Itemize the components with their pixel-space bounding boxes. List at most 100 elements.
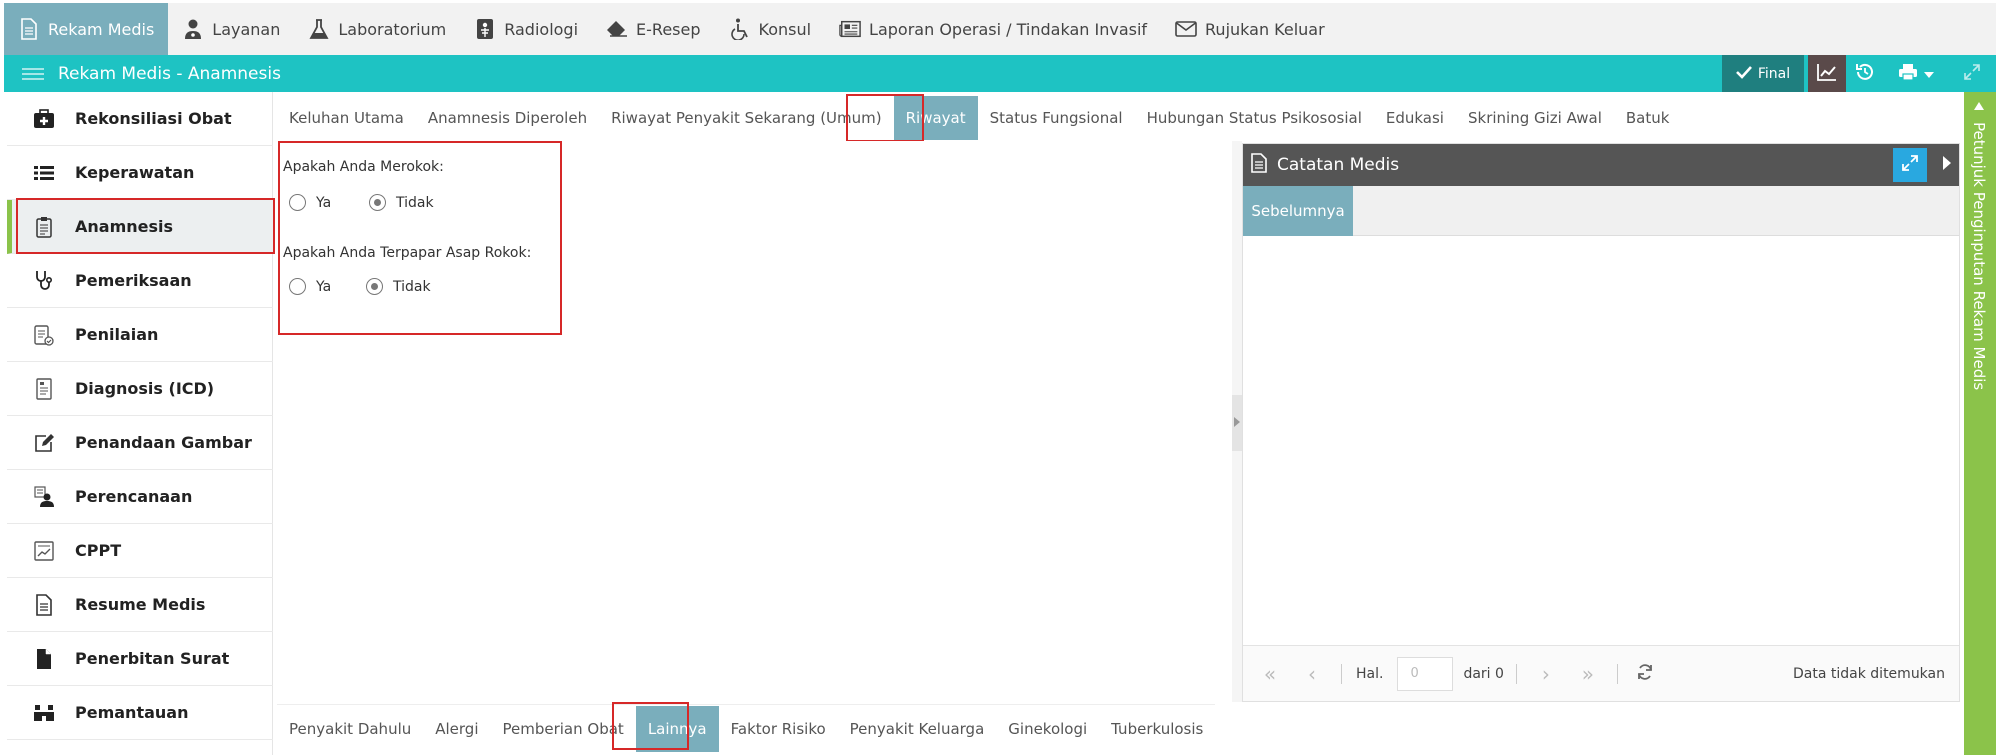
flask-icon (308, 18, 330, 40)
first-page-icon[interactable]: « (1249, 662, 1291, 686)
sidebar-item-label: Penandaan Gambar (75, 433, 252, 452)
caret-up-icon (1974, 100, 1984, 113)
sidebar-item-rekonsiliasi-obat[interactable]: Rekonsiliasi Obat (7, 92, 273, 146)
sidebar-item-label: Rekonsiliasi Obat (75, 109, 232, 128)
radio-terpapar-tidak[interactable]: Tidak (366, 278, 431, 295)
tab-edukasi[interactable]: Edukasi (1374, 96, 1456, 140)
caret-down-icon (1924, 66, 1934, 82)
nav-rekam-medis[interactable]: Rekam Medis (4, 3, 169, 55)
sidebar-item-resume-medis[interactable]: Resume Medis (7, 578, 273, 632)
anamnesis-tabs: Keluhan Utama Anamnesis Diperoleh Riwaya… (277, 96, 1681, 140)
sidebar-item-penandaan-gambar[interactable]: Penandaan Gambar (7, 416, 273, 470)
sidebar-item-cppt[interactable]: CPPT (7, 524, 273, 578)
expand-icon (1964, 63, 1980, 84)
radio-circle[interactable] (289, 194, 306, 211)
tab-keluhan-utama[interactable]: Keluhan Utama (277, 96, 416, 140)
file-icon (31, 646, 57, 672)
nav-laboratorium[interactable]: Laboratorium (294, 3, 460, 55)
sidebar-item-label: Pemantauan (75, 703, 189, 722)
sidebar-item-pemantauan[interactable]: Pemantauan (7, 686, 273, 740)
print-button[interactable] (1884, 55, 1948, 92)
sidebar-item-penilaian[interactable]: Penilaian (7, 308, 273, 362)
panel-tabs: Sebelumnya (1243, 186, 1959, 236)
fullscreen-button[interactable] (1948, 55, 1996, 92)
nav-label: Laporan Operasi / Tindakan Invasif (869, 19, 1148, 39)
final-button[interactable]: Final (1722, 55, 1804, 92)
report-icon (31, 376, 57, 402)
tab-hubungan-status-psikososial[interactable]: Hubungan Status Psikososial (1135, 96, 1374, 140)
nav-radiologi[interactable]: Radiologi (460, 3, 592, 55)
radio-label: Tidak (393, 278, 431, 295)
nav-layanan[interactable]: Layanan (168, 3, 294, 55)
list-icon (31, 160, 57, 186)
tab-skrining-gizi-awal[interactable]: Skrining Gizi Awal (1456, 96, 1614, 140)
radio-circle[interactable] (289, 278, 306, 295)
medkit-icon (31, 106, 57, 132)
nav-laporan-operasi[interactable]: Laporan Operasi / Tindakan Invasif (825, 3, 1161, 55)
sidebar-item-label: Resume Medis (75, 595, 206, 614)
sidebar-item-label: Diagnosis (ICD) (75, 379, 215, 398)
nav-label: Laboratorium (338, 19, 447, 39)
sidebar: Rekonsiliasi Obat Keperawatan Anamnesis … (7, 92, 273, 755)
history-button[interactable] (1846, 55, 1884, 92)
tab-ginekologi[interactable]: Ginekologi (996, 706, 1099, 752)
tab-tuberkulosis[interactable]: Tuberkulosis (1099, 706, 1215, 752)
refresh-icon[interactable] (1636, 663, 1654, 685)
panel-header: Catatan Medis (1243, 144, 1959, 186)
radio-merokok-tidak[interactable]: Tidak (369, 194, 434, 211)
panel-splitter[interactable] (1232, 141, 1242, 702)
tab-penyakit-keluarga[interactable]: Penyakit Keluarga (838, 706, 997, 752)
radio-label: Ya (316, 194, 332, 211)
sidebar-item-perencanaan[interactable]: Perencanaan (7, 470, 273, 524)
tab-pemberian-obat[interactable]: Pemberian Obat (491, 706, 636, 752)
prev-page-icon[interactable]: ‹ (1291, 662, 1333, 686)
pagination-bar: « ‹ Hal. 0 dari 0 › » Data tidak ditemuk… (1243, 645, 1959, 701)
final-label: Final (1757, 65, 1791, 82)
tab-riwayat-penyakit-sekarang[interactable]: Riwayat Penyakit Sekarang (Umum) (599, 96, 894, 140)
next-page-icon[interactable]: › (1525, 662, 1567, 686)
nav-label: Rujukan Keluar (1205, 19, 1325, 39)
sidebar-item-penerbitan-surat[interactable]: Penerbitan Surat (7, 632, 273, 686)
file-text-icon (31, 592, 57, 618)
riwayat-subtabs: Penyakit Dahulu Alergi Pemberian Obat La… (277, 704, 1216, 752)
nav-label: Radiologi (504, 19, 579, 39)
tab-alergi[interactable]: Alergi (423, 706, 490, 752)
sidebar-item-anamnesis[interactable]: Anamnesis (7, 200, 273, 254)
radio-circle-selected[interactable] (366, 278, 383, 295)
wheelchair-icon (729, 18, 751, 40)
radio-circle-selected[interactable] (369, 194, 386, 211)
tab-status-fungsional[interactable]: Status Fungsional (978, 96, 1135, 140)
tab-faktor-risiko[interactable]: Faktor Risiko (719, 706, 838, 752)
nav-konsul[interactable]: Konsul (715, 3, 826, 55)
tab-lainnya[interactable]: Lainnya (635, 705, 719, 752)
petunjuk-side-tab[interactable]: Petunjuk Penginputan Rekam Medis (1964, 92, 1996, 755)
history-icon (1855, 62, 1875, 86)
panel-expand-button[interactable] (1893, 148, 1927, 182)
page-title: Rekam Medis - Anamnesis (58, 63, 281, 84)
tab-anamnesis-diperoleh[interactable]: Anamnesis Diperoleh (416, 96, 599, 140)
tab-penyakit-dahulu[interactable]: Penyakit Dahulu (277, 706, 423, 752)
tab-batuk[interactable]: Batuk (1614, 96, 1682, 140)
nav-label: E-Resep (636, 19, 701, 39)
radio-merokok-ya[interactable]: Ya (289, 194, 331, 211)
splitter-handle[interactable] (1232, 395, 1242, 451)
section-title-bar: Rekam Medis - Anamnesis Final (4, 55, 1996, 92)
collapse-arrow-icon[interactable] (1943, 156, 1951, 174)
nav-rujukan-keluar[interactable]: Rujukan Keluar (1161, 3, 1339, 55)
sidebar-item-diagnosis-icd[interactable]: Diagnosis (ICD) (7, 362, 273, 416)
tab-riwayat[interactable]: Riwayat (893, 96, 978, 140)
chart-button[interactable] (1808, 55, 1846, 92)
nav-e-resep[interactable]: E-Resep (592, 3, 714, 55)
newspaper-icon (839, 18, 861, 40)
last-page-icon[interactable]: » (1567, 662, 1609, 686)
xray-icon (474, 18, 496, 40)
sidebar-item-keperawatan[interactable]: Keperawatan (7, 146, 273, 200)
document-icon (1251, 152, 1267, 178)
sidebar-item-pemeriksaan[interactable]: Pemeriksaan (7, 254, 273, 308)
stethoscope-icon (31, 268, 57, 294)
question-merokok-label: Apakah Anda Merokok: (283, 159, 444, 175)
hamburger-icon[interactable] (22, 67, 44, 80)
tab-sebelumnya[interactable]: Sebelumnya (1243, 186, 1353, 236)
radio-terpapar-ya[interactable]: Ya (289, 278, 331, 295)
page-input[interactable]: 0 (1397, 656, 1454, 691)
